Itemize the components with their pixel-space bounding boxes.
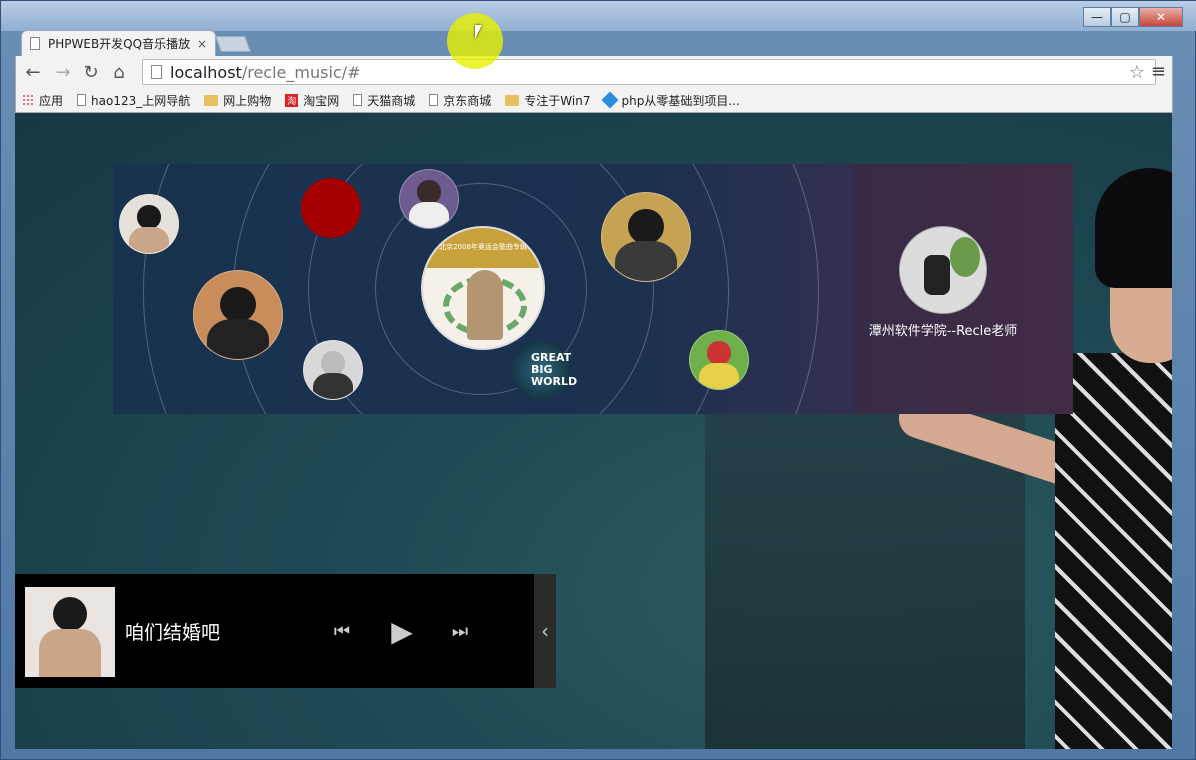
browser-tab[interactable]: PHPWEB开发QQ音乐播放 × — [21, 30, 216, 56]
bookmark-label: php从零基础到项目... — [621, 93, 740, 108]
close-window-button[interactable]: ✕ — [1139, 7, 1183, 27]
folder-icon — [204, 94, 219, 106]
bookmark-label: 天猫商城 — [367, 93, 416, 108]
window-controls: — ▢ ✕ — [1083, 7, 1183, 27]
minimize-button[interactable]: — — [1083, 7, 1111, 27]
tab-title: PHPWEB开发QQ音乐播放 — [48, 37, 191, 51]
page-icon — [429, 94, 439, 106]
apps-icon — [22, 94, 34, 106]
album-person-graphic — [467, 270, 503, 340]
reload-icon[interactable]: ↻ — [80, 61, 102, 83]
home-icon[interactable]: ⌂ — [108, 61, 130, 83]
bookmark-php[interactable]: php从零基础到项目... — [601, 91, 740, 109]
album-title: 北京2008年奥运会歌曲专辑 — [423, 228, 543, 268]
page-viewport: 北京2008年奥运会歌曲专辑 GREAT BIG WORLD 潭州软件学院--R… — [15, 113, 1172, 749]
bookmark-win7[interactable]: 专注于Win7 — [505, 92, 590, 109]
back-icon[interactable]: ← — [22, 61, 44, 83]
maximize-button[interactable]: ▢ — [1111, 7, 1139, 27]
bookmark-apps[interactable]: 应用 — [22, 92, 63, 109]
teacher-panel: 潭州软件学院--Recle老师 — [853, 164, 1073, 414]
bookmark-tmall[interactable]: 天猫商城 — [353, 92, 415, 109]
teacher-avatar[interactable] — [899, 226, 987, 314]
next-track-icon[interactable]: ⏭ — [447, 618, 473, 644]
background-woman-hat — [1095, 168, 1172, 288]
bookmark-jd[interactable]: 京东商城 — [429, 92, 491, 109]
diamond-icon — [601, 91, 619, 109]
page-icon — [353, 94, 363, 106]
page-icon — [151, 65, 162, 79]
address-bar[interactable]: localhost /recle_music/# ☆ — [142, 59, 1156, 85]
artist-avatar[interactable] — [119, 194, 179, 254]
cursor-highlight — [447, 13, 503, 69]
artist-avatar-red[interactable] — [301, 178, 361, 238]
url-path: /recle_music/# — [241, 62, 361, 82]
collapse-player-button[interactable]: ‹ — [534, 574, 556, 688]
bookmark-shopping[interactable]: 网上购物 — [204, 92, 271, 109]
album-cover[interactable] — [25, 587, 115, 677]
artist-avatar[interactable] — [303, 340, 363, 400]
center-album-cover[interactable]: 北京2008年奥运会歌曲专辑 — [421, 226, 545, 350]
great-big-world-album[interactable]: GREAT BIG WORLD — [511, 340, 577, 400]
bookmark-taobao[interactable]: 淘 淘宝网 — [285, 92, 339, 109]
artist-avatar[interactable] — [601, 192, 691, 282]
teacher-name: 潭州软件学院--Recle老师 — [868, 324, 1018, 339]
browser-window: — ▢ ✕ PHPWEB开发QQ音乐播放 × ← → ↻ ⌂ localhost… — [0, 0, 1196, 760]
song-title: 咱们结婚吧 — [125, 622, 221, 644]
bookmark-label: hao123_上网导航 — [91, 93, 191, 108]
url-host: localhost — [170, 62, 242, 82]
artist-avatar[interactable] — [193, 270, 283, 360]
play-icon[interactable]: ▶ — [385, 612, 419, 650]
bookmark-label: 专注于Win7 — [524, 93, 591, 108]
page-icon — [77, 94, 87, 106]
menu-icon[interactable]: ≡ — [1151, 61, 1166, 82]
browser-toolbar: ← → ↻ ⌂ localhost /recle_music/# ☆ ≡ — [15, 56, 1173, 88]
mouse-cursor-icon — [475, 25, 482, 39]
tab-close-button[interactable]: × — [197, 37, 207, 51]
bookmark-label: 京东商城 — [443, 93, 492, 108]
bookmarks-bar: 应用 hao123_上网导航 网上购物 淘 淘宝网 天猫商城 京东商城 专注于W… — [15, 88, 1173, 113]
bookmark-hao123[interactable]: hao123_上网导航 — [77, 92, 190, 109]
bookmark-star-icon[interactable]: ☆ — [1129, 62, 1145, 83]
music-player: 咱们结婚吧 ⏮ ▶ ⏭ — [15, 574, 534, 688]
bookmark-label: 网上购物 — [223, 93, 272, 108]
window-titlebar: — ▢ ✕ — [1, 1, 1196, 31]
bookmark-label: 应用 — [39, 93, 64, 108]
artist-banner: 北京2008年奥运会歌曲专辑 GREAT BIG WORLD 潭州软件学院--R… — [113, 164, 1073, 414]
folder-icon — [505, 94, 520, 106]
prev-track-icon[interactable]: ⏮ — [329, 618, 355, 644]
artist-avatar[interactable] — [399, 169, 459, 229]
page-icon — [30, 37, 40, 50]
background-subway-photo — [705, 413, 1025, 749]
bookmark-label: 淘宝网 — [303, 93, 340, 108]
artist-avatar[interactable] — [689, 330, 749, 390]
forward-icon[interactable]: → — [52, 61, 74, 83]
new-tab-button[interactable] — [215, 36, 251, 52]
taobao-icon: 淘 — [285, 93, 299, 107]
